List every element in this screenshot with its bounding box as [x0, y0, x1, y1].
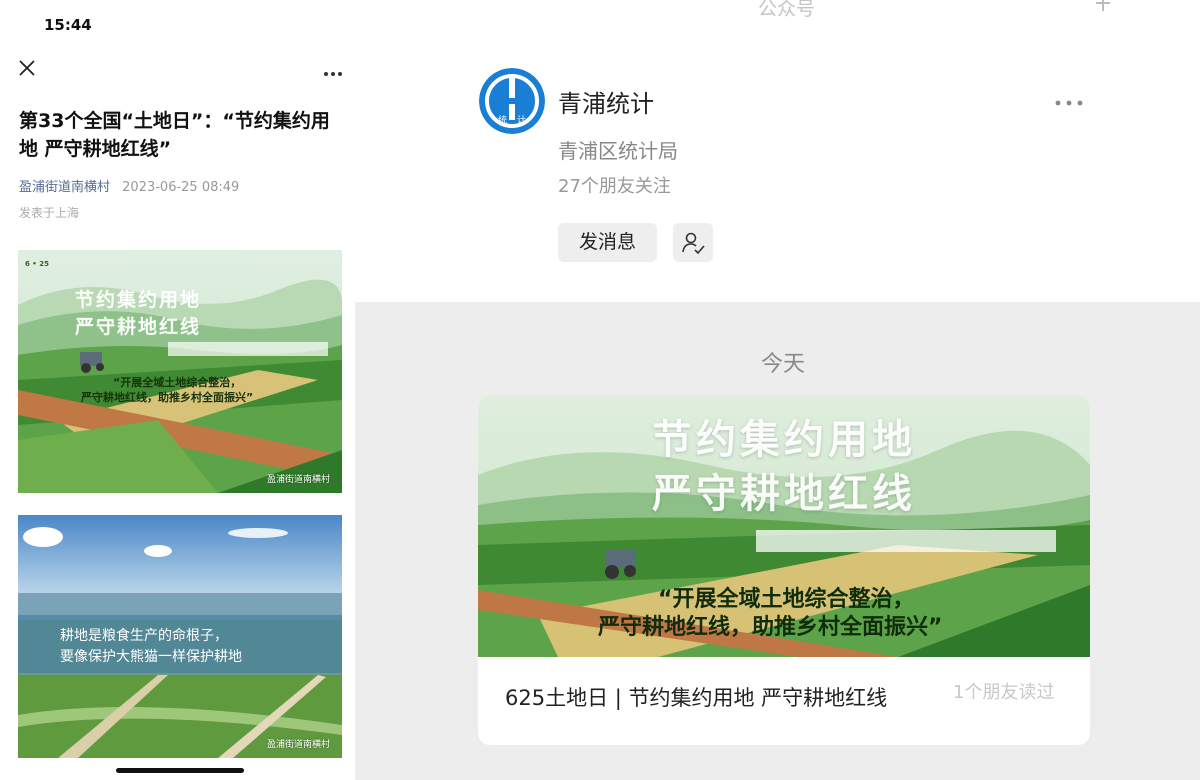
top-label: 公众号 — [758, 0, 816, 20]
logo-text-right: 计 — [517, 114, 526, 126]
image-quote-2: 严守耕地红线，助推乡村全面振兴” — [81, 391, 254, 404]
article-card-title[interactable]: 625土地日 | 节约集约用地 严守耕地红线 — [505, 682, 887, 712]
official-account-profile: 公众号 统 计 青浦统计 青浦区统计局 27个朋友关注 发消息 今天 节约集约用… — [355, 0, 1200, 780]
home-indicator[interactable] — [116, 768, 244, 773]
more-icon[interactable] — [1055, 84, 1083, 112]
account-name: 青浦统计 — [558, 90, 654, 118]
image-caption-1: 耕地是粮食生产的命根子， — [60, 628, 228, 644]
image-quote-1: “开展全域土地综合整治， — [113, 376, 242, 389]
article-title: 第33个全国“土地日”：“节约集约用地 严守耕地红线” — [19, 110, 330, 160]
followed-button[interactable] — [673, 223, 713, 262]
feed-date-label: 今天 — [761, 352, 806, 377]
article-card[interactable]: 节约集约用地 严守耕地红线 “开展全域土地综合整治， 严守耕地红线，助推乡村全面… — [478, 395, 1090, 745]
account-organization: 青浦区统计局 — [558, 139, 678, 163]
image-watermark: 盈浦街道南横村 — [266, 475, 330, 485]
message-feed: 今天 节约集约用地 严守耕地红线 “开展全域土地综合整治， 严守耕地红线，助推乡… — [355, 302, 1200, 780]
status-bar: 15:44 4G 100 — [44, 16, 335, 38]
article-meta: 盈浦街道南横村 2023-06-25 08:49 — [19, 176, 239, 195]
cover-headline-1: 节约集约用地 — [652, 417, 916, 463]
cover-headline-2: 严守耕地红线 — [652, 471, 916, 517]
image-headline-2: 严守耕地红线 — [74, 316, 201, 338]
send-message-button[interactable]: 发消息 — [558, 223, 657, 262]
account-logo: 统 计 — [479, 68, 545, 134]
article-cover[interactable]: 节约集约用地 严守耕地红线 “开展全域土地综合整治， 严守耕地红线，助推乡村全面… — [478, 395, 1090, 657]
close-icon[interactable] — [17, 58, 37, 78]
article-view: 15:44 4G 100 第33个全国“土地日”：“节约集约用地 严守耕地红线”… — [0, 0, 355, 780]
image-date: 6 • 25 — [25, 260, 49, 268]
status-time: 15:44 — [44, 16, 92, 34]
person-check-icon — [682, 232, 705, 255]
logo-text-left: 统 — [498, 114, 507, 126]
image-headline-1: 节约集约用地 — [74, 289, 201, 311]
add-icon[interactable] — [1093, 0, 1113, 16]
article-image-illustration[interactable]: 6 • 25 节约集约用地 严守耕地红线 “开展全域土地综合整治， 严守耕地红线… — [18, 250, 342, 493]
friends-following[interactable]: 27个朋友关注 — [558, 172, 671, 198]
more-icon[interactable] — [323, 58, 343, 82]
article-datetime: 2023-06-25 08:49 — [122, 180, 240, 195]
article-image-aerial[interactable]: 耕地是粮食生产的命根子， 要像保护大熊猫一样保护耕地 盈浦街道南横村 — [18, 515, 342, 758]
article-author[interactable]: 盈浦街道南横村 — [19, 180, 110, 195]
image-caption-2: 要像保护大熊猫一样保护耕地 — [60, 649, 242, 665]
friends-read-count: 1个朋友读过 — [953, 682, 1055, 703]
image-watermark: 盈浦街道南横村 — [266, 740, 330, 750]
cover-quote-2: 严守耕地红线，助推乡村全面振兴” — [598, 615, 943, 640]
article-location: 发表于上海 — [19, 206, 80, 220]
